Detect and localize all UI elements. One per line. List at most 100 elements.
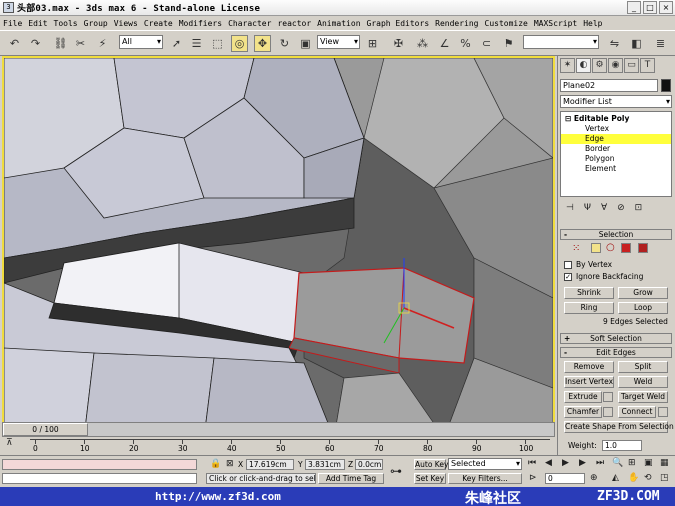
remove-button[interactable]: Remove <box>564 361 614 373</box>
close-button[interactable]: × <box>659 1 673 14</box>
arc-rotate-icon[interactable]: ⟲ <box>644 473 652 483</box>
soft-selection-rollup-header[interactable]: + Soft Selection <box>560 333 672 344</box>
auto-key-button[interactable]: Auto Key <box>414 459 448 470</box>
time-slider-thumb[interactable]: 0 / 100 <box>3 423 88 436</box>
select-object-icon[interactable]: ➚ <box>168 35 185 52</box>
select-and-move-icon[interactable]: ✥ <box>254 35 271 52</box>
z-coordinate-field[interactable]: 0.0cm <box>355 459 383 470</box>
menu-help[interactable]: Help <box>583 19 602 28</box>
play-icon[interactable]: ▶ <box>562 458 569 468</box>
zoom-extents-icon[interactable]: ▣ <box>644 458 653 468</box>
menu-edit[interactable]: Edit <box>28 19 47 28</box>
stack-item-border[interactable]: Border <box>561 144 671 154</box>
edit-named-selection-icon[interactable]: ⚑ <box>500 35 517 52</box>
chamfer-button[interactable]: Chamfer <box>564 406 602 418</box>
mirror-icon[interactable]: ⇋ <box>606 35 623 52</box>
layer-manager-icon[interactable]: ≣ <box>652 35 669 52</box>
maxscript-listener-field[interactable] <box>2 459 197 470</box>
menu-views[interactable]: Views <box>114 19 138 28</box>
maximize-button[interactable]: □ <box>643 1 657 14</box>
make-unique-icon[interactable]: ∀ <box>601 203 607 213</box>
menu-create[interactable]: Create <box>144 19 173 28</box>
connect-button[interactable]: Connect <box>618 406 656 418</box>
window-crossing-icon[interactable]: ◎ <box>231 35 248 52</box>
menu-rendering[interactable]: Rendering <box>435 19 478 28</box>
configure-sets-icon[interactable]: ⊡ <box>635 203 643 213</box>
motion-tab-icon[interactable]: ◉ <box>608 58 623 73</box>
perspective-viewport[interactable] <box>2 56 555 440</box>
x-coordinate-field[interactable]: 17.619cm <box>246 459 294 470</box>
vertex-mode-icon[interactable]: ⁙ <box>572 243 580 254</box>
utilities-tab-icon[interactable]: T <box>640 58 655 73</box>
minimize-button[interactable]: _ <box>627 1 641 14</box>
edge-mode-icon[interactable] <box>591 243 601 253</box>
select-manipulate-icon[interactable]: ✠ <box>390 35 407 52</box>
absolute-mode-icon[interactable]: ⊠ <box>226 459 234 469</box>
grow-button[interactable]: Grow <box>618 287 668 299</box>
menu-customize[interactable]: Customize <box>485 19 528 28</box>
lock-selection-icon[interactable]: 🔒 <box>210 459 221 469</box>
extrude-button[interactable]: Extrude <box>564 391 602 403</box>
stack-item-polygon[interactable]: Polygon <box>561 154 671 164</box>
selection-rollup-header[interactable]: - Selection <box>560 229 672 240</box>
target-weld-button[interactable]: Target Weld <box>618 391 668 403</box>
expand-icon[interactable]: ⊟ <box>565 114 574 123</box>
maximize-viewport-icon[interactable]: ◳ <box>660 473 669 483</box>
stack-item-editable-poly[interactable]: ⊟ Editable Poly <box>561 114 671 124</box>
show-end-result-icon[interactable]: Ψ <box>584 203 591 213</box>
3ds-max-icon[interactable]: 3 <box>3 2 14 13</box>
key-mode-toggle-icon[interactable]: ⊳ <box>529 473 537 483</box>
key-filters-button[interactable]: Key Filters... <box>448 473 522 484</box>
split-button[interactable]: Split <box>618 361 668 373</box>
menu-group[interactable]: Group <box>84 19 108 28</box>
bind-space-warp-icon[interactable]: ⚡ <box>94 35 111 52</box>
loop-button[interactable]: Loop <box>618 302 668 314</box>
percent-snap-icon[interactable]: % <box>457 35 474 52</box>
menu-maxscript[interactable]: MAXScript <box>534 19 577 28</box>
zoom-extents-all-icon[interactable]: ▦ <box>660 458 669 468</box>
zoom-icon[interactable]: 🔍 <box>612 458 623 468</box>
insert-vertex-button[interactable]: Insert Vertex <box>564 376 614 388</box>
remove-modifier-icon[interactable]: ⊘ <box>617 203 625 213</box>
stack-item-element[interactable]: Element <box>561 164 671 174</box>
select-and-rotate-icon[interactable]: ↻ <box>276 35 293 52</box>
modify-tab-icon[interactable]: ◐ <box>576 58 591 73</box>
reference-coordinate-dropdown[interactable]: View <box>317 35 360 49</box>
menu-file[interactable]: File <box>3 19 22 28</box>
polygon-mode-icon[interactable] <box>621 243 631 253</box>
rectangular-selection-icon[interactable]: ⬚ <box>209 35 226 52</box>
pin-stack-icon[interactable]: ⊣ <box>566 203 574 213</box>
ring-button[interactable]: Ring <box>564 302 614 314</box>
snap-toggle-icon[interactable]: ⁂ <box>414 35 431 52</box>
time-slider[interactable]: 0 / 100 <box>2 422 555 437</box>
element-mode-icon[interactable] <box>638 243 648 253</box>
go-to-start-icon[interactable]: ⏮ <box>528 458 536 468</box>
border-mode-icon[interactable]: ○ <box>606 242 615 253</box>
time-configuration-icon[interactable]: ⊕ <box>590 473 598 483</box>
next-frame-icon[interactable]: ▶ <box>579 458 586 468</box>
undo-icon[interactable]: ↶ <box>6 35 23 52</box>
modifier-list-dropdown[interactable]: Modifier List <box>560 95 672 108</box>
menu-tools[interactable]: Tools <box>54 19 78 28</box>
add-time-tag-button[interactable]: Add Time Tag <box>318 473 384 484</box>
field-of-view-icon[interactable]: ◭ <box>612 473 619 483</box>
by-vertex-checkbox[interactable] <box>564 261 572 269</box>
edit-edges-rollup-header[interactable]: - Edit Edges <box>560 347 672 358</box>
redo-icon[interactable]: ↷ <box>27 35 44 52</box>
object-color-swatch[interactable] <box>661 79 671 92</box>
pivot-center-icon[interactable]: ⊞ <box>364 35 381 52</box>
create-tab-icon[interactable]: ✶ <box>560 58 575 73</box>
select-by-name-icon[interactable]: ☰ <box>188 35 205 52</box>
unlink-icon[interactable]: ✂ <box>72 35 89 52</box>
stack-item-edge[interactable]: Edge <box>561 134 671 144</box>
menu-modifiers[interactable]: Modifiers <box>179 19 222 28</box>
selection-filter-dropdown[interactable]: All <box>119 35 163 49</box>
menu-character[interactable]: Character <box>228 19 271 28</box>
chamfer-settings-icon[interactable] <box>603 407 613 417</box>
pan-icon[interactable]: ✋ <box>628 473 639 483</box>
previous-frame-icon[interactable]: ◀ <box>545 458 552 468</box>
set-key-mode-icon[interactable]: ⊶ <box>390 464 402 478</box>
weld-button[interactable]: Weld <box>618 376 668 388</box>
weight-spinner[interactable]: 1.0 <box>602 440 642 451</box>
object-name-field[interactable]: Plane02 <box>560 79 658 92</box>
